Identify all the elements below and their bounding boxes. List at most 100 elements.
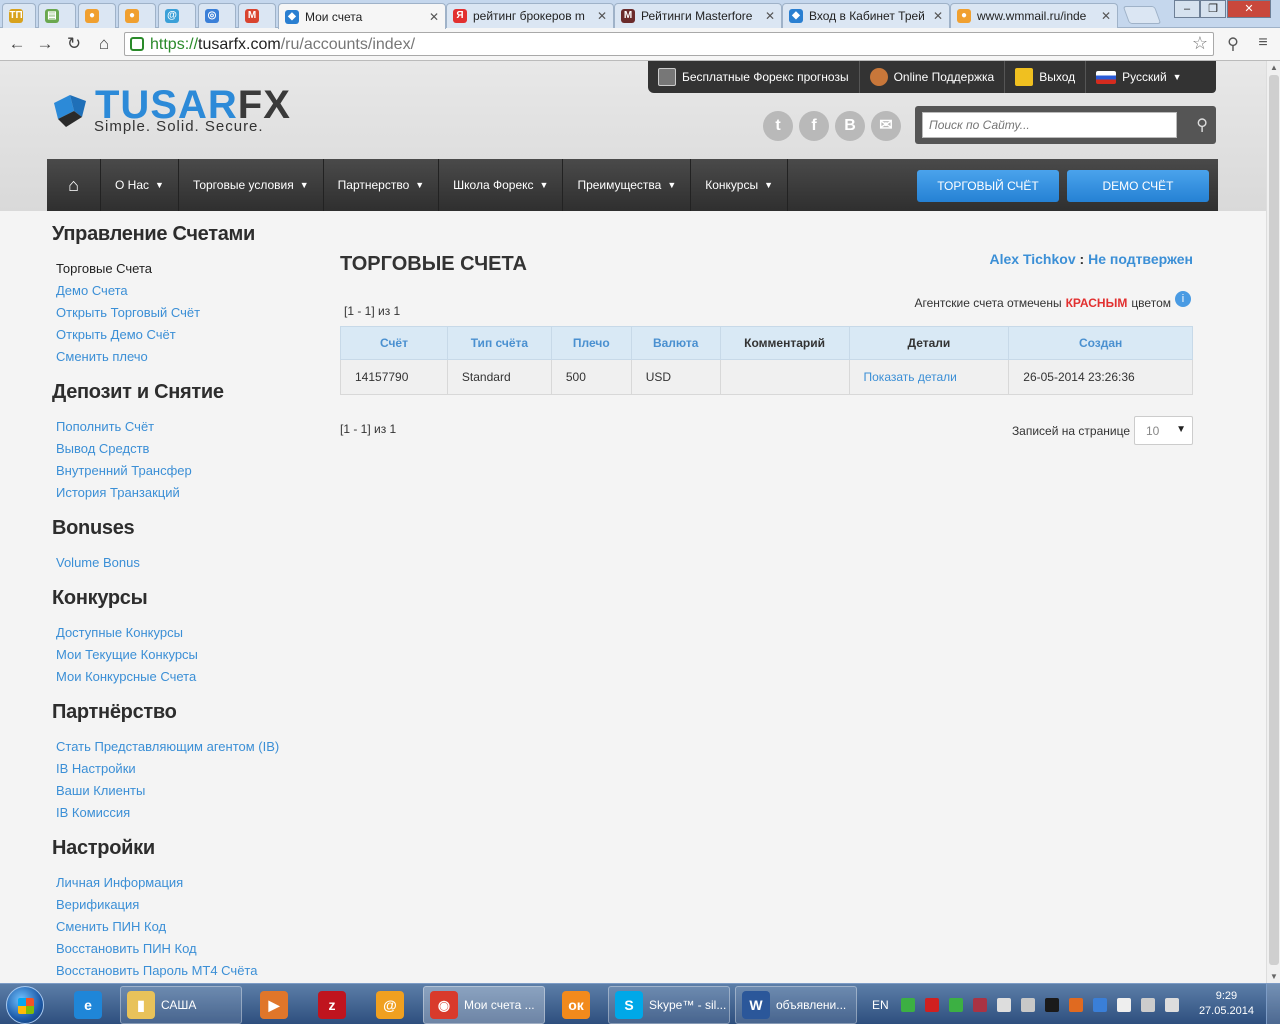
sidebar-item[interactable]: IB Настройки <box>56 758 312 780</box>
user-name-link[interactable]: Alex Tichkov <box>990 251 1076 267</box>
sidebar-item[interactable]: Внутренний Трансфер <box>56 460 312 482</box>
scrollbar-thumb[interactable] <box>1269 75 1279 965</box>
show-desktop-button[interactable] <box>1266 984 1280 1024</box>
col-account[interactable]: Счёт <box>340 326 448 360</box>
menu-icon[interactable]: ≡ <box>1252 34 1274 54</box>
browser-tab[interactable]: ◎ <box>198 3 236 28</box>
email-icon[interactable]: ✉ <box>871 111 901 141</box>
search-icon[interactable]: ⚲ <box>1196 115 1208 135</box>
forex-forecast-link[interactable]: Бесплатные Форекс прогнозы <box>648 61 860 93</box>
tray-monitor-icon[interactable] <box>1044 997 1059 1012</box>
sidebar-item[interactable]: Доступные Конкурсы <box>56 622 312 644</box>
taskbar-app-button[interactable]: ок <box>550 986 602 1024</box>
tusarfx-logo-icon[interactable] <box>48 89 92 133</box>
browser-tab[interactable]: M <box>238 3 276 28</box>
col-leverage[interactable]: Плечо <box>550 326 632 360</box>
sidebar-item[interactable]: Пополнить Счёт <box>56 416 312 438</box>
tray-action-center-icon[interactable] <box>1116 997 1131 1012</box>
open-demo-account-button[interactable]: DEMO СЧЁТ <box>1067 170 1209 202</box>
browser-tab[interactable]: ● www.wmmail.ru/inde ✕ <box>950 3 1118 28</box>
tab-close-icon[interactable]: ✕ <box>429 10 439 24</box>
taskbar-app-button[interactable]: Wобъявлени... <box>735 986 857 1024</box>
records-per-page-select[interactable]: 10 ▼ <box>1134 416 1193 445</box>
facebook-icon[interactable]: f <box>799 111 829 141</box>
sidebar-item[interactable]: Сменить плечо <box>56 346 312 368</box>
page-scrollbar[interactable]: ▲ ▼ <box>1266 61 1280 983</box>
nav-partnership[interactable]: Партнерство ▼ <box>324 159 440 211</box>
sidebar-item[interactable]: Volume Bonus <box>56 552 312 574</box>
vkontakte-icon[interactable]: B <box>835 111 865 141</box>
col-created[interactable]: Создан <box>1008 326 1193 360</box>
system-clock[interactable]: 9:29 27.05.2014 <box>1199 989 1254 1019</box>
tray-flag-icon[interactable] <box>972 997 987 1012</box>
sidebar-item[interactable]: Мои Конкурсные Счета <box>56 666 312 688</box>
browser-tab[interactable]: Ярейтинг брокеров m ✕ <box>446 3 614 28</box>
sidebar-item[interactable]: Стать Представляющим агентом (IB) <box>56 736 312 758</box>
taskbar-app-button[interactable]: S Skype™ - sil... <box>608 986 730 1024</box>
extension-icon[interactable]: ⚲ <box>1222 34 1244 54</box>
restore-button[interactable]: ❐ <box>1200 0 1226 18</box>
nav-forex-school[interactable]: Школа Форекс ▼ <box>439 159 564 211</box>
address-bar[interactable]: https://tusarfx.com/ru/accounts/index/ ☆ <box>124 32 1214 56</box>
sidebar-item[interactable]: Мои Текущие Конкурсы <box>56 644 312 666</box>
browser-tab[interactable]: ● <box>118 3 156 28</box>
input-language[interactable]: EN <box>872 998 889 1012</box>
tray-adobe-icon[interactable] <box>924 997 939 1012</box>
tray-speaker-icon[interactable] <box>1068 997 1083 1012</box>
sidebar-item[interactable]: Восстановить ПИН Код <box>56 938 312 960</box>
tab-close-icon[interactable]: ✕ <box>933 9 943 23</box>
show-details-link[interactable]: Показать детали <box>848 359 1010 395</box>
taskbar-app-button[interactable]: ◉ Мои счета ... <box>423 986 545 1024</box>
browser-tab[interactable]: ◆ Вход в Кабинет Трей ✕ <box>782 3 950 28</box>
bookmark-star-icon[interactable]: ☆ <box>1192 33 1208 54</box>
taskbar-app-button[interactable]: z <box>306 986 358 1024</box>
tray-pen-icon[interactable] <box>1020 997 1035 1012</box>
browser-tab[interactable]: @ <box>158 3 196 28</box>
nav-about[interactable]: О Нас ▼ <box>101 159 179 211</box>
help-icon[interactable]: i <box>1175 291 1191 307</box>
tray-antivirus-icon[interactable] <box>900 997 915 1012</box>
tab-close-icon[interactable]: ✕ <box>1101 9 1111 23</box>
browser-tab[interactable]: ▤ <box>38 3 76 28</box>
sidebar-item[interactable]: Торговые Счета <box>56 258 312 280</box>
twitter-icon[interactable]: t <box>763 111 793 141</box>
tray-display-icon[interactable] <box>1140 997 1155 1012</box>
scroll-down-icon[interactable]: ▼ <box>1267 972 1280 981</box>
tab-close-icon[interactable]: ✕ <box>597 9 607 23</box>
browser-tab[interactable]: ТП <box>2 3 36 28</box>
browser-tab[interactable]: M Рейтинги Masterfore ✕ <box>614 3 782 28</box>
sidebar-item[interactable]: История Транзакций <box>56 482 312 504</box>
browser-tab[interactable]: ● <box>78 3 116 28</box>
forward-icon[interactable]: → <box>34 34 56 54</box>
nav-home-icon[interactable]: ⌂ <box>47 159 101 211</box>
sidebar-item[interactable]: Сменить ПИН Код <box>56 916 312 938</box>
nav-contests[interactable]: Конкурсы ▼ <box>691 159 789 211</box>
home-icon[interactable]: ⌂ <box>93 34 115 54</box>
sidebar-item[interactable]: IB Комиссия <box>56 802 312 824</box>
scroll-up-icon[interactable]: ▲ <box>1267 63 1280 72</box>
tray-update-icon[interactable] <box>948 997 963 1012</box>
volume-icon[interactable] <box>1164 997 1179 1012</box>
sidebar-item[interactable]: Восстановить Пароль MT4 Счёта <box>56 960 312 982</box>
sidebar-item[interactable]: Открыть Демо Счёт <box>56 324 312 346</box>
verification-status-link[interactable]: Не подтвержен <box>1088 251 1193 267</box>
nav-trading-conditions[interactable]: Торговые условия ▼ <box>179 159 324 211</box>
sidebar-item[interactable]: Демо Счета <box>56 280 312 302</box>
language-selector[interactable]: Русский ▼ <box>1086 61 1191 93</box>
tab-close-icon[interactable]: ✕ <box>765 9 775 23</box>
sidebar-item[interactable]: Ваши Клиенты <box>56 780 312 802</box>
taskbar-app-button[interactable]: e <box>62 986 114 1024</box>
col-account-type[interactable]: Тип счёта <box>446 326 552 360</box>
taskbar-app-button[interactable]: ▮ САША <box>120 986 242 1024</box>
back-icon[interactable]: ← <box>6 34 28 54</box>
taskbar-app-button[interactable]: @ <box>364 986 416 1024</box>
new-tab-button[interactable] <box>1122 6 1162 24</box>
close-window-button[interactable]: ✕ <box>1227 0 1271 18</box>
sidebar-item[interactable]: Верификация <box>56 894 312 916</box>
col-currency[interactable]: Валюта <box>630 326 721 360</box>
tray-network-icon[interactable] <box>1092 997 1107 1012</box>
browser-tab[interactable]: ◆ Мои счета ✕ <box>278 3 446 29</box>
taskbar-app-button[interactable]: ▶ <box>248 986 300 1024</box>
open-trading-account-button[interactable]: ТОРГОВЫЙ СЧЁТ <box>917 170 1059 202</box>
sidebar-item[interactable]: Личная Информация <box>56 872 312 894</box>
